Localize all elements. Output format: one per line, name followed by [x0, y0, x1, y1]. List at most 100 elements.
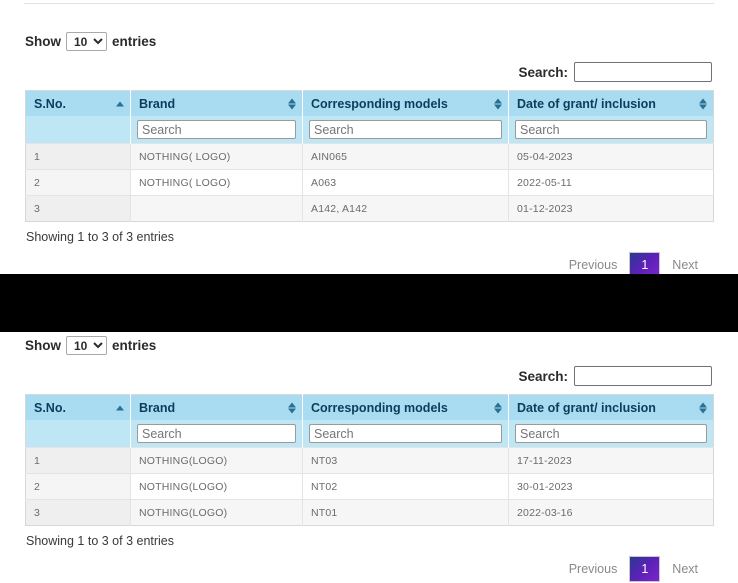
- cell-sno: 1: [26, 144, 131, 170]
- filter-cell-models-1: [303, 116, 509, 144]
- search-label-1: Search:: [518, 65, 568, 80]
- col-header-date-label-2: Date of grant/ inclusion: [517, 401, 656, 415]
- filter-cell-date-2: [509, 420, 714, 448]
- cell-sno: 3: [26, 196, 131, 222]
- col-header-sno-2[interactable]: S.No.: [26, 395, 131, 421]
- sort-both-icon-brand-1[interactable]: [288, 98, 296, 109]
- cell-date: 30-01-2023: [509, 474, 714, 500]
- data-table-2: S.No. Brand Corresponding models: [25, 394, 714, 526]
- global-search-input-1[interactable]: [574, 62, 712, 82]
- cell-sno: 3: [26, 500, 131, 526]
- sort-asc-icon-sno-2[interactable]: [116, 405, 124, 410]
- cell-date: 2022-05-11: [509, 170, 714, 196]
- entries-label-2: entries: [112, 338, 156, 353]
- col-header-date-2[interactable]: Date of grant/ inclusion: [509, 395, 714, 421]
- pagination-previous-1[interactable]: Previous: [559, 254, 628, 276]
- col-header-brand-2[interactable]: Brand: [131, 395, 303, 421]
- cell-models: AIN065: [303, 144, 509, 170]
- table-row[interactable]: 2 NOTHING( LOGO) A063 2022-05-11: [26, 170, 714, 196]
- col-header-models-2[interactable]: Corresponding models: [303, 395, 509, 421]
- sort-both-icon-date-2[interactable]: [699, 402, 707, 413]
- col-header-brand-label-2: Brand: [139, 401, 175, 415]
- table-header-row-2: S.No. Brand Corresponding models: [26, 395, 714, 421]
- table-info-2: Showing 1 to 3 of 3 entries: [26, 534, 738, 548]
- pagination-previous-2[interactable]: Previous: [559, 558, 628, 580]
- table-row[interactable]: 3 NOTHING(LOGO) NT01 2022-03-16: [26, 500, 714, 526]
- cell-date: 01-12-2023: [509, 196, 714, 222]
- show-label-1: Show: [25, 34, 61, 49]
- sort-asc-icon-sno-1[interactable]: [116, 101, 124, 106]
- global-search-input-2[interactable]: [574, 366, 712, 386]
- col-header-models-label-1: Corresponding models: [311, 97, 448, 111]
- col-header-brand-1[interactable]: Brand: [131, 91, 303, 117]
- pagination-2: Previous 1 Next: [0, 556, 708, 582]
- search-row-1: Search:: [0, 62, 712, 82]
- filter-cell-date-1: [509, 116, 714, 144]
- entries-length-select-1[interactable]: 10: [66, 32, 107, 51]
- top-divider: [24, 3, 714, 4]
- cell-sno: 2: [26, 170, 131, 196]
- cell-sno: 2: [26, 474, 131, 500]
- datatable-panel-2: Show 10 entries Search: S.No. Brand: [0, 334, 738, 582]
- cell-brand: NOTHING(LOGO): [131, 500, 303, 526]
- table-row[interactable]: 1 NOTHING( LOGO) AIN065 05-04-2023: [26, 144, 714, 170]
- table-row[interactable]: 2 NOTHING(LOGO) NT02 30-01-2023: [26, 474, 714, 500]
- sort-both-icon-date-1[interactable]: [699, 98, 707, 109]
- cell-brand: NOTHING( LOGO): [131, 170, 303, 196]
- length-menu-2: Show 10 entries: [25, 334, 738, 356]
- cell-brand: NOTHING(LOGO): [131, 474, 303, 500]
- search-row-2: Search:: [0, 366, 712, 386]
- col-header-date-1[interactable]: Date of grant/ inclusion: [509, 91, 714, 117]
- col-header-date-label-1: Date of grant/ inclusion: [517, 97, 656, 111]
- column-search-models-1[interactable]: [309, 120, 502, 139]
- sort-both-icon-models-1[interactable]: [494, 98, 502, 109]
- table-info-1: Showing 1 to 3 of 3 entries: [26, 230, 738, 244]
- col-header-models-label-2: Corresponding models: [311, 401, 448, 415]
- sort-both-icon-brand-2[interactable]: [288, 402, 296, 413]
- cell-brand: NOTHING( LOGO): [131, 144, 303, 170]
- data-table-1: S.No. Brand Corresponding models: [25, 90, 714, 222]
- cell-models: NT02: [303, 474, 509, 500]
- entries-length-select-2[interactable]: 10: [66, 336, 107, 355]
- search-label-2: Search:: [518, 369, 568, 384]
- cell-sno: 1: [26, 448, 131, 474]
- filter-cell-sno-2: [26, 420, 131, 448]
- cell-models: A063: [303, 170, 509, 196]
- cell-brand: [131, 196, 303, 222]
- datatable-panel-1: Show 10 entries Search: S.No. Brand: [0, 30, 738, 278]
- column-search-date-2[interactable]: [515, 424, 707, 443]
- filter-cell-brand-2: [131, 420, 303, 448]
- table-row[interactable]: 3 A142, A142 01-12-2023: [26, 196, 714, 222]
- filter-cell-models-2: [303, 420, 509, 448]
- filter-cell-brand-1: [131, 116, 303, 144]
- cell-date: 17-11-2023: [509, 448, 714, 474]
- entries-label-1: entries: [112, 34, 156, 49]
- column-search-brand-1[interactable]: [137, 120, 296, 139]
- cell-date: 2022-03-16: [509, 500, 714, 526]
- table-header-row-1: S.No. Brand Corresponding models: [26, 91, 714, 117]
- column-search-date-1[interactable]: [515, 120, 707, 139]
- col-header-brand-label-1: Brand: [139, 97, 175, 111]
- cell-models: NT01: [303, 500, 509, 526]
- col-header-sno-1[interactable]: S.No.: [26, 91, 131, 117]
- col-header-models-1[interactable]: Corresponding models: [303, 91, 509, 117]
- show-label-2: Show: [25, 338, 61, 353]
- pagination-next-1[interactable]: Next: [662, 254, 708, 276]
- section-separator-band: [0, 274, 738, 332]
- table-filter-row-2: [26, 420, 714, 448]
- length-menu-1: Show 10 entries: [25, 30, 738, 52]
- table-filter-row-1: [26, 116, 714, 144]
- cell-models: NT03: [303, 448, 509, 474]
- column-search-brand-2[interactable]: [137, 424, 296, 443]
- cell-date: 05-04-2023: [509, 144, 714, 170]
- table-row[interactable]: 1 NOTHING(LOGO) NT03 17-11-2023: [26, 448, 714, 474]
- col-header-sno-label-1: S.No.: [34, 97, 66, 111]
- pagination-next-2[interactable]: Next: [662, 558, 708, 580]
- pagination-page-1-2[interactable]: 1: [629, 556, 660, 582]
- column-search-models-2[interactable]: [309, 424, 502, 443]
- col-header-sno-label-2: S.No.: [34, 401, 66, 415]
- cell-models: A142, A142: [303, 196, 509, 222]
- cell-brand: NOTHING(LOGO): [131, 448, 303, 474]
- sort-both-icon-models-2[interactable]: [494, 402, 502, 413]
- filter-cell-sno-1: [26, 116, 131, 144]
